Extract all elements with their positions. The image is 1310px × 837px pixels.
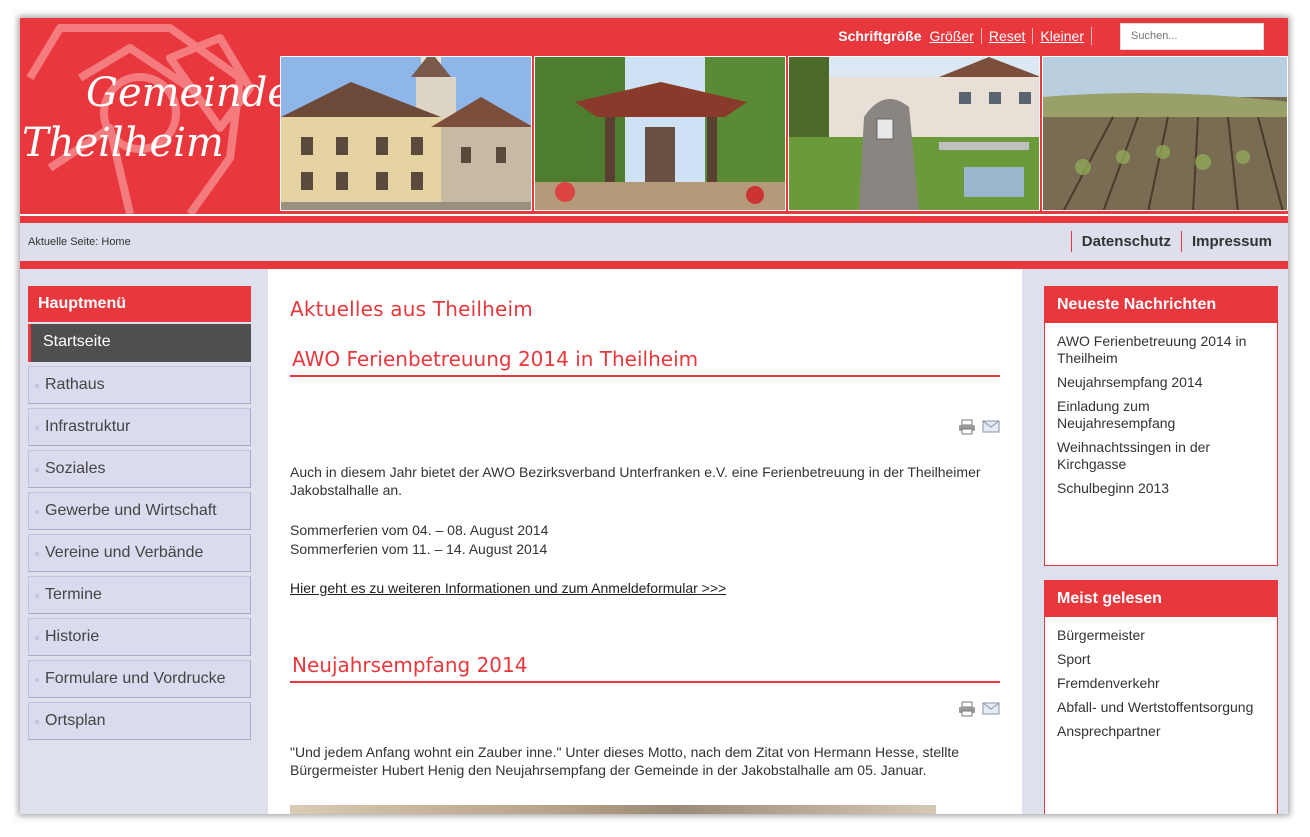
toolbar-divider (1091, 27, 1092, 45)
logo-text-gemeinde: Gemeinde (86, 70, 292, 116)
font-larger-link[interactable]: Größer (929, 28, 980, 44)
header-divider (20, 214, 1288, 223)
article-text-neujahr: "Und jedem Anfang wohnt ein Zauber inne.… (290, 744, 960, 778)
news-item[interactable]: Schulbeginn 2013 (1057, 480, 1265, 497)
latest-news-list: AWO Ferienbetreuung 2014 in Theilheim Ne… (1045, 323, 1277, 512)
menu-item-infrastruktur[interactable]: Infrastruktur (28, 408, 251, 446)
article-tools (958, 701, 1000, 717)
header-photo-monument (788, 56, 1040, 211)
bullet-icon (35, 720, 39, 724)
article-tools (958, 419, 1000, 435)
menu-item-label: Gewerbe und Wirtschaft (45, 502, 217, 519)
font-size-label: Schriftgröße (838, 28, 922, 44)
crest-icon (26, 24, 254, 214)
email-icon[interactable] (982, 701, 1000, 715)
bullet-icon (35, 468, 39, 472)
most-read-list: Bürgermeister Sport Fremdenverkehr Abfal… (1045, 617, 1277, 755)
menu-item-rathaus[interactable]: Rathaus (28, 366, 251, 404)
registration-link[interactable]: Hier geht es zu weiteren Informationen u… (290, 579, 1002, 597)
header-toolbar: Schriftgröße Größer Reset Kleiner (838, 18, 1288, 54)
popular-item[interactable]: Bürgermeister (1057, 627, 1265, 644)
bullet-icon (35, 678, 39, 682)
article-dates-line1: Sommerferien vom 04. – 08. August 2014 (290, 522, 549, 538)
news-item[interactable]: Einladung zum Neujahresempfang (1057, 398, 1265, 432)
article-title-awo[interactable]: AWO Ferienbetreuung 2014 in Theilheim (290, 343, 1000, 377)
print-icon[interactable] (958, 701, 976, 717)
latest-news-title: Neueste Nachrichten (1045, 287, 1277, 323)
popular-item[interactable]: Abfall- und Wertstoffentsorgung (1057, 699, 1265, 716)
logo-text-theilheim: Theilheim (22, 120, 224, 166)
menu-item-label: Rathaus (45, 376, 105, 393)
page-title: Aktuelles aus Theilheim (290, 297, 533, 321)
main-content: Aktuelles aus Theilheim AWO Ferienbetreu… (284, 269, 1008, 814)
article-title-neujahr[interactable]: Neujahrsempfang 2014 (290, 649, 1000, 683)
bullet-icon (35, 384, 39, 388)
menu-item-startseite[interactable]: Startseite (28, 324, 251, 362)
search-input[interactable] (1120, 22, 1264, 50)
news-item[interactable]: Neujahrsempfang 2014 (1057, 374, 1265, 391)
most-read-title: Meist gelesen (1045, 581, 1277, 617)
menu-item-label: Ortsplan (45, 712, 106, 729)
menu-item-label: Formulare und Vordrucke (45, 670, 226, 687)
font-reset-link[interactable]: Reset (980, 28, 1033, 44)
article-dates-line2: Sommerferien vom 11. – 14. August 2014 (290, 541, 548, 557)
most-read-box: Meist gelesen Bürgermeister Sport Fremde… (1044, 580, 1278, 814)
bullet-icon (35, 552, 39, 556)
menu-item-label: Infrastruktur (45, 418, 131, 435)
popular-item[interactable]: Ansprechpartner (1057, 723, 1265, 740)
menu-item-label: Termine (45, 586, 102, 603)
news-item[interactable]: AWO Ferienbetreuung 2014 in Theilheim (1057, 333, 1265, 367)
menu-item-gewerbe[interactable]: Gewerbe und Wirtschaft (28, 492, 251, 530)
browser-page: Gemeinde Theilheim Schriftgröße Größer R… (20, 18, 1288, 814)
menu-item-historie[interactable]: Historie (28, 618, 251, 656)
menu-item-formulare[interactable]: Formulare und Vordrucke (28, 660, 251, 698)
breadcrumb-bar: Aktuelle Seite: Home Datenschutz Impress… (20, 223, 1288, 261)
menu-item-vereine[interactable]: Vereine und Verbände (28, 534, 251, 572)
popular-item[interactable]: Fremdenverkehr (1057, 675, 1265, 692)
header-photo-vineyard (1042, 56, 1288, 211)
main-menu: Startseite Rathaus Infrastruktur Soziale… (28, 324, 251, 744)
popular-item[interactable]: Sport (1057, 651, 1265, 668)
menu-item-label: Soziales (45, 460, 106, 477)
email-icon[interactable] (982, 419, 1000, 433)
menu-item-label: Vereine und Verbände (45, 544, 204, 561)
article-text-awo: Auch in diesem Jahr bietet der AWO Bezir… (290, 464, 981, 498)
bullet-icon (35, 636, 39, 640)
header-photo-pavilion (534, 56, 786, 211)
menu-item-termine[interactable]: Termine (28, 576, 251, 614)
article-image (290, 805, 936, 814)
news-item[interactable]: Weihnachtssingen in der Kirchgasse (1057, 439, 1265, 473)
breadcrumb-divider (20, 261, 1288, 269)
impressum-link[interactable]: Impressum (1180, 231, 1282, 252)
header-photo-rathaus (280, 56, 532, 211)
font-smaller-link[interactable]: Kleiner (1032, 28, 1091, 44)
site-header: Gemeinde Theilheim Schriftgröße Größer R… (20, 18, 1288, 214)
menu-item-ortsplan[interactable]: Ortsplan (28, 702, 251, 740)
left-sidebar: Hauptmenü Startseite Rathaus Infrastrukt… (20, 269, 268, 814)
menu-item-label: Historie (45, 628, 100, 645)
bullet-icon (35, 426, 39, 430)
latest-news-box: Neueste Nachrichten AWO Ferienbetreuung … (1044, 286, 1278, 566)
datenschutz-link[interactable]: Datenschutz (1070, 231, 1181, 252)
right-sidebar: Neueste Nachrichten AWO Ferienbetreuung … (1022, 269, 1288, 814)
top-links: Datenschutz Impressum (1070, 231, 1282, 252)
site-logo[interactable]: Gemeinde Theilheim (20, 18, 291, 214)
menu-item-soziales[interactable]: Soziales (28, 450, 251, 488)
main-menu-title: Hauptmenü (28, 286, 251, 322)
bullet-icon (35, 510, 39, 514)
breadcrumb: Aktuelle Seite: Home (28, 236, 131, 248)
menu-item-label: Startseite (43, 333, 111, 350)
bullet-icon (35, 594, 39, 598)
print-icon[interactable] (958, 419, 976, 435)
